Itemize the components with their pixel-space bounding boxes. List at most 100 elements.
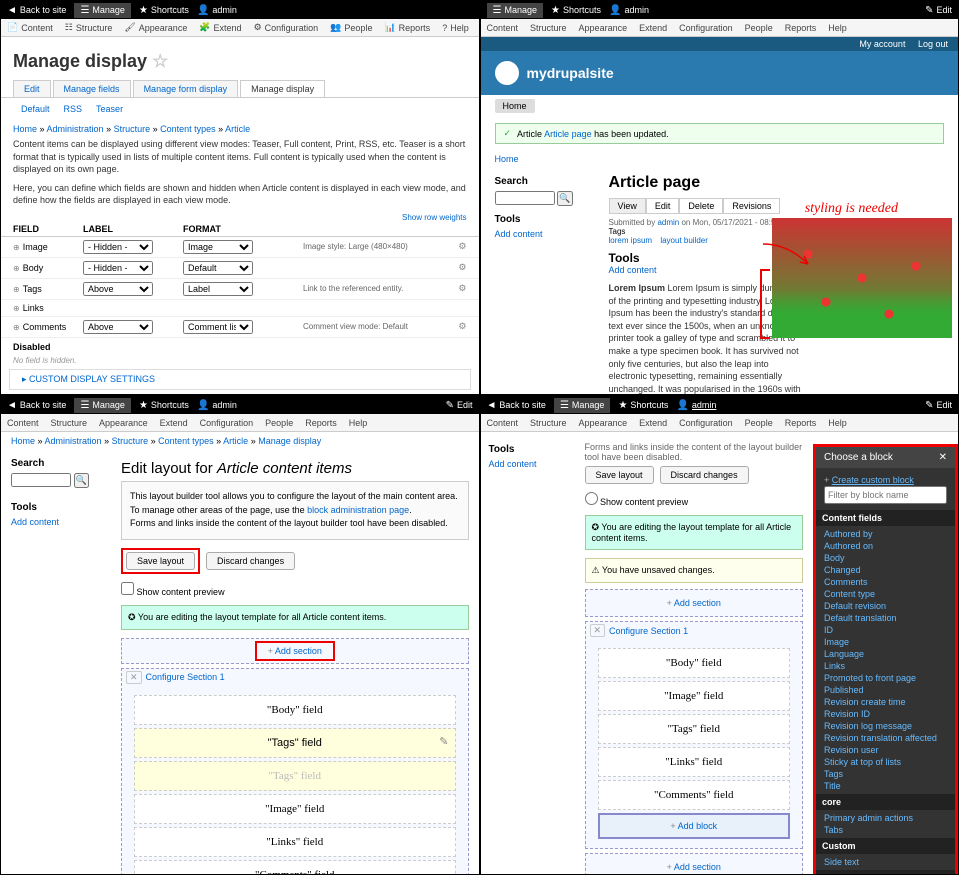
block-option[interactable]: Tags: [824, 768, 947, 780]
add-section-button[interactable]: Add section: [255, 641, 335, 661]
create-custom-block[interactable]: + Create custom block: [824, 474, 947, 486]
block-option[interactable]: Revision translation affected: [824, 732, 947, 744]
tab-manage-display[interactable]: Manage display: [240, 80, 325, 97]
format-select[interactable]: Image: [183, 240, 253, 254]
subtab-rss[interactable]: RSS: [64, 104, 83, 114]
configure-section-link[interactable]: Configure Section 1: [609, 626, 688, 636]
block-option[interactable]: Default translation: [824, 612, 947, 624]
home-tab[interactable]: Home: [495, 99, 535, 113]
remove-section-icon[interactable]: ✕: [590, 624, 606, 637]
filter-input[interactable]: [824, 486, 947, 504]
block-option[interactable]: Side text: [824, 856, 947, 868]
tab-revisions[interactable]: Revisions: [723, 198, 780, 214]
admin-user[interactable]: 👤admin: [676, 400, 716, 411]
format-select[interactable]: Default: [183, 261, 253, 275]
block-option[interactable]: Tabs: [824, 824, 947, 836]
field-row[interactable]: Comments Above Comment list Comment view…: [1, 317, 479, 338]
save-layout-button[interactable]: Save layout: [126, 552, 195, 570]
layout-field[interactable]: "Links" field: [598, 747, 791, 777]
add-section-button[interactable]: Add section: [586, 854, 803, 875]
tag-link[interactable]: layout builder: [660, 236, 708, 245]
layout-field[interactable]: "Comments" field: [134, 860, 456, 875]
block-option[interactable]: Revision log message: [824, 720, 947, 732]
add-content-link[interactable]: Add content: [11, 517, 59, 527]
block-option[interactable]: Published: [824, 684, 947, 696]
site-name[interactable]: mydrupalsite: [527, 65, 614, 81]
bc-home[interactable]: Home: [495, 154, 519, 164]
pencil-icon[interactable]: ✎: [439, 735, 448, 748]
edit-toggle[interactable]: ✎Edit: [925, 5, 952, 16]
shortcuts-menu[interactable]: ★Shortcuts: [139, 5, 189, 16]
tab-edit[interactable]: Edit: [13, 80, 51, 97]
block-option[interactable]: Authored on: [824, 540, 947, 552]
admin-user[interactable]: 👤admin: [609, 5, 649, 16]
configure-section-link[interactable]: Configure Section 1: [146, 672, 225, 682]
shortcuts-menu[interactable]: ★Shortcuts: [551, 5, 601, 16]
block-option[interactable]: ID: [824, 624, 947, 636]
bc-home[interactable]: Home: [13, 124, 37, 134]
drag-icon[interactable]: [13, 322, 20, 332]
log-out[interactable]: Log out: [918, 39, 948, 49]
search-button[interactable]: 🔍: [557, 191, 572, 206]
remove-section-icon[interactable]: ✕: [126, 671, 142, 684]
drag-icon[interactable]: [13, 242, 20, 252]
label-select[interactable]: Above: [83, 320, 153, 334]
menu-content[interactable]: 📄Content: [7, 22, 53, 33]
bc-admin[interactable]: Administration: [47, 124, 104, 134]
label-select[interactable]: Above: [83, 282, 153, 296]
drag-icon[interactable]: [13, 263, 20, 273]
back-to-site[interactable]: ◄Back to site: [487, 400, 546, 411]
close-icon[interactable]: ✕: [939, 452, 947, 463]
menu-structure[interactable]: ☷Structure: [65, 22, 113, 33]
tab-delete[interactable]: Delete: [679, 198, 723, 214]
block-option[interactable]: Authored by: [824, 528, 947, 540]
block-option[interactable]: Sticky at top of lists: [824, 756, 947, 768]
menu-configuration[interactable]: ⚙Configuration: [254, 22, 319, 33]
search-input[interactable]: [11, 473, 71, 487]
layout-field-ghost[interactable]: "Tags" field: [134, 761, 456, 791]
menu-help[interactable]: Help: [828, 23, 847, 33]
search-input[interactable]: [495, 191, 555, 205]
block-option[interactable]: Promoted to front page: [824, 672, 947, 684]
block-option[interactable]: Image: [824, 636, 947, 648]
bc-types[interactable]: Content types: [160, 124, 216, 134]
block-option[interactable]: Title: [824, 780, 947, 792]
layout-field[interactable]: "Body" field: [134, 695, 456, 725]
block-option[interactable]: Revision create time: [824, 696, 947, 708]
settings-icon[interactable]: ⚙: [458, 321, 466, 332]
manage-menu[interactable]: ☰Manage: [74, 398, 131, 413]
menu-people[interactable]: People: [745, 23, 773, 33]
bc-article[interactable]: Article: [225, 124, 250, 134]
menu-content[interactable]: Content: [487, 23, 519, 33]
block-option[interactable]: Body: [824, 552, 947, 564]
block-option[interactable]: Changed: [824, 564, 947, 576]
manage-menu[interactable]: ☰Manage: [487, 3, 544, 18]
tab-manage-form[interactable]: Manage form display: [133, 80, 239, 97]
menu-reports[interactable]: Reports: [785, 23, 817, 33]
add-block-button[interactable]: Add block: [598, 813, 791, 839]
add-content-link[interactable]: Add content: [489, 459, 537, 469]
layout-field[interactable]: "Image" field: [134, 794, 456, 824]
back-to-site[interactable]: ◄Back to site: [7, 400, 66, 411]
edit-toggle[interactable]: ✎Edit: [925, 400, 952, 411]
layout-field[interactable]: "Tags" field✎: [134, 728, 456, 758]
block-option[interactable]: Default revision: [824, 600, 947, 612]
drag-icon[interactable]: [13, 303, 20, 313]
tab-manage-fields[interactable]: Manage fields: [53, 80, 131, 97]
field-row[interactable]: Links: [1, 300, 479, 317]
manage-menu[interactable]: ☰Manage: [74, 3, 131, 18]
label-select[interactable]: - Hidden -: [83, 240, 153, 254]
subtab-teaser[interactable]: Teaser: [96, 104, 123, 114]
drag-icon[interactable]: [13, 284, 20, 294]
bc-structure[interactable]: Structure: [114, 124, 151, 134]
discard-changes-button[interactable]: Discard changes: [206, 552, 295, 570]
field-row[interactable]: Body - Hidden - Default ⚙: [1, 258, 479, 279]
menu-help[interactable]: ?Help: [442, 23, 469, 33]
block-option[interactable]: Language: [824, 648, 947, 660]
subtab-default[interactable]: Default: [21, 104, 50, 114]
settings-icon[interactable]: ⚙: [458, 283, 466, 294]
block-option[interactable]: Revision ID: [824, 708, 947, 720]
show-row-weights[interactable]: Show row weights: [402, 213, 466, 222]
my-account[interactable]: My account: [859, 39, 905, 49]
search-button[interactable]: 🔍: [74, 473, 89, 488]
